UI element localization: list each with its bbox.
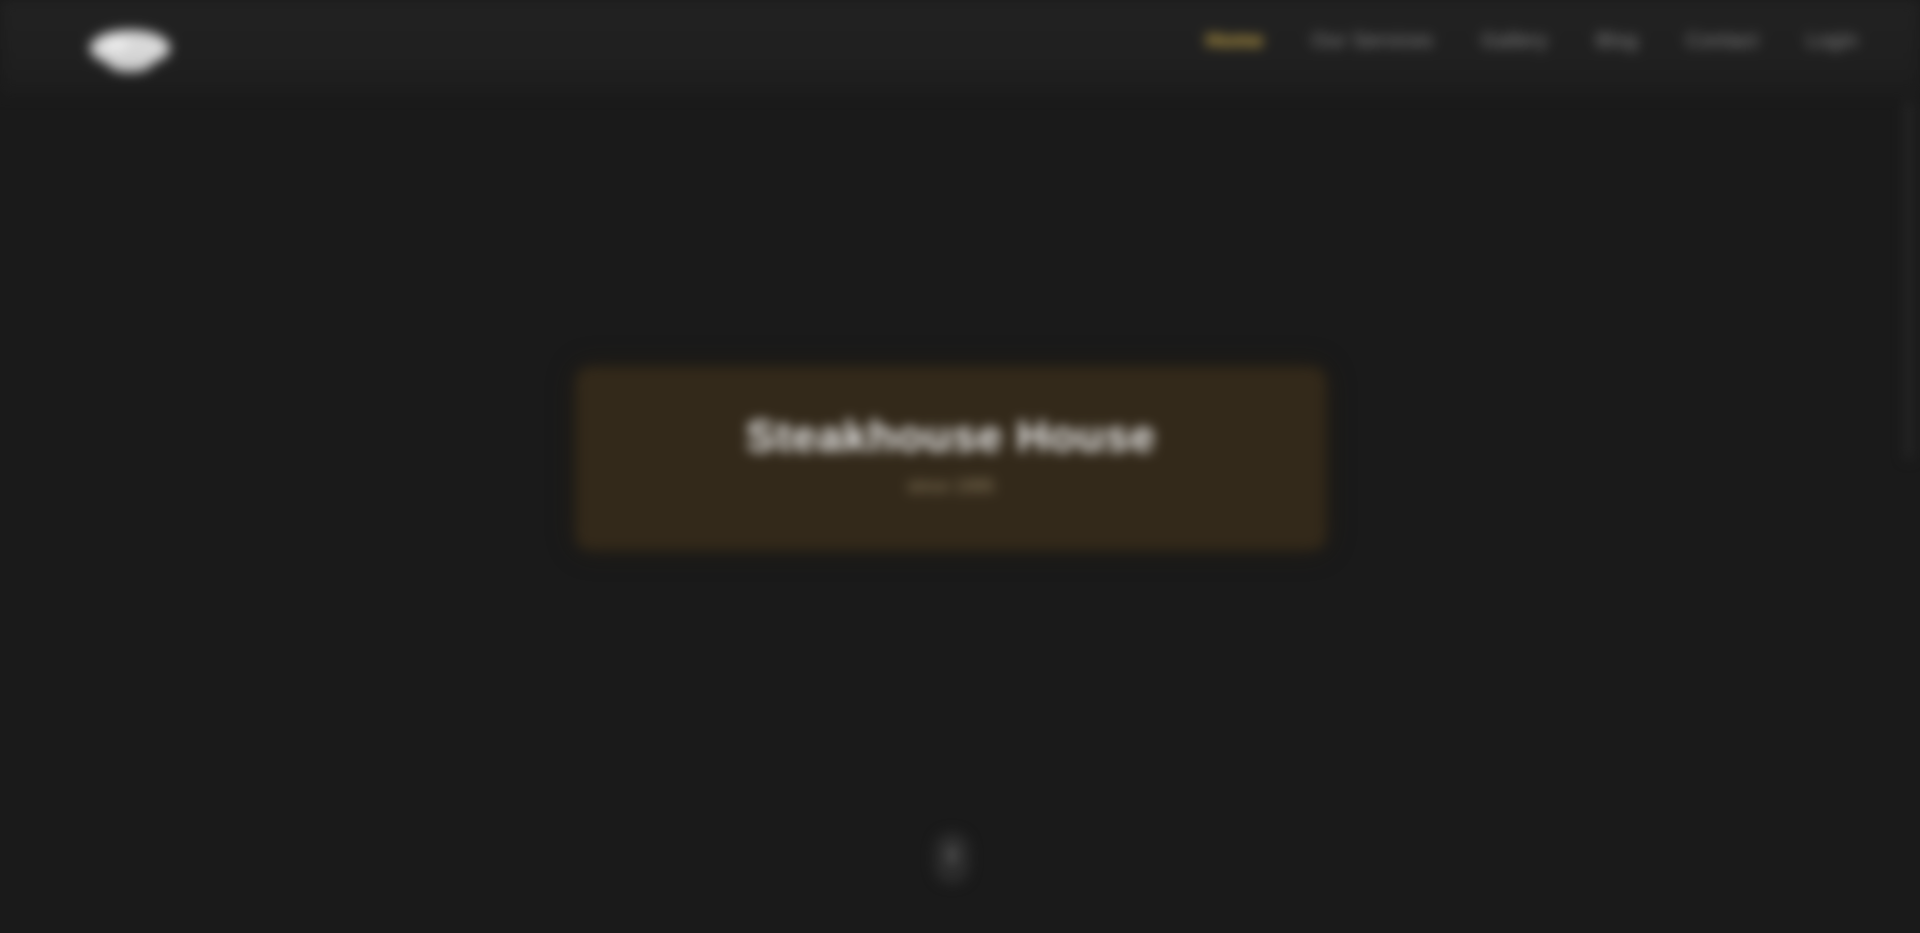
main-nav: Home Our Services Gallery Blog Contact L… [1206, 30, 1858, 53]
hero-title: Steakhouse House [746, 412, 1156, 461]
brand-logo-icon[interactable] [82, 22, 178, 78]
nav-home[interactable]: Home [1206, 30, 1264, 53]
mouse-scroll-icon[interactable] [934, 832, 970, 884]
scroll-wheel-icon [948, 846, 956, 864]
page: Home Our Services Gallery Blog Contact L… [0, 0, 1920, 933]
nav-our-services[interactable]: Our Services [1312, 30, 1434, 53]
nav-contact[interactable]: Contact [1686, 30, 1758, 53]
nav-gallery[interactable]: Gallery [1481, 30, 1548, 53]
scrollbar[interactable] [1904, 100, 1914, 460]
top-navbar: Home Our Services Gallery Blog Contact L… [0, 0, 1920, 96]
nav-blog[interactable]: Blog [1596, 30, 1638, 53]
hero-subtitle: since 1995 [907, 476, 995, 496]
hero-card[interactable]: Steakhouse House since 1995 [576, 367, 1326, 550]
nav-login[interactable]: Login [1807, 30, 1858, 53]
